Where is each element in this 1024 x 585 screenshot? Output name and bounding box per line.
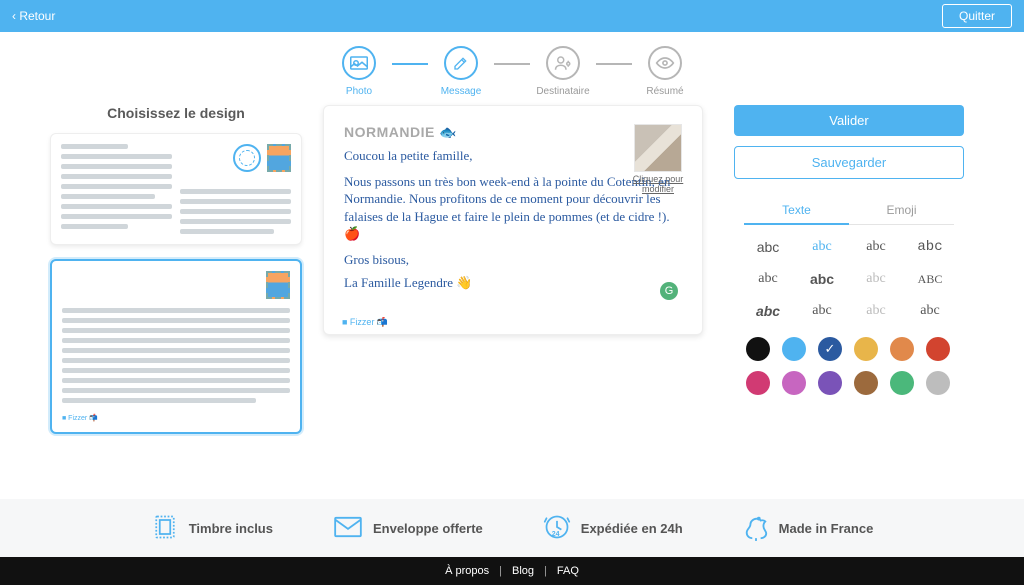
font-option-11[interactable]: abc (908, 299, 952, 323)
color-option-1[interactable] (782, 337, 806, 361)
dest-icon (546, 46, 580, 80)
resume-icon (648, 46, 682, 80)
design-heading: Choisissez le design (50, 105, 302, 121)
step-label: Photo (346, 86, 372, 97)
feature-item: 24 Expédiée en 24h (543, 513, 683, 544)
quit-button[interactable]: Quitter (942, 4, 1012, 28)
font-option-8[interactable]: abc (746, 299, 790, 323)
postcard-brand-footer: ■ Fizzer 📬 (342, 317, 388, 328)
tab-text[interactable]: Texte (744, 197, 849, 225)
postcard-line[interactable]: Gros bisous, (344, 251, 682, 269)
photo-icon (342, 46, 376, 80)
feature-icon (333, 516, 363, 541)
design-option-full[interactable]: ■ Fizzer 📬 (50, 259, 302, 434)
message-icon (444, 46, 478, 80)
postmark-seal-icon (233, 144, 261, 172)
feature-icon: 24 (543, 513, 571, 544)
card-brand-mark: ■ Fizzer 📬 (62, 414, 290, 422)
stamp-icon (267, 144, 291, 172)
color-option-11[interactable] (926, 371, 950, 395)
font-option-1[interactable]: abc (800, 235, 844, 259)
feature-label: Enveloppe offerte (373, 521, 483, 536)
edit-photo-link[interactable]: Cliquez pour modifier (632, 175, 684, 195)
tab-emoji[interactable]: Emoji (849, 197, 954, 224)
svg-text:24: 24 (552, 530, 560, 537)
step-dest[interactable]: Destinataire (530, 46, 596, 97)
footer-sep: | (499, 565, 502, 577)
footer-sep: | (544, 565, 547, 577)
design-option-split[interactable] (50, 133, 302, 245)
font-option-9[interactable]: abc (800, 299, 844, 323)
font-option-7[interactable]: ABC (908, 267, 952, 291)
step-photo[interactable]: Photo (326, 46, 392, 97)
fish-icon: 🐟 (439, 124, 457, 140)
grammar-check-icon[interactable]: G (660, 282, 678, 300)
font-option-10[interactable]: abc (854, 299, 898, 323)
font-option-5[interactable]: abc (800, 267, 844, 291)
color-option-8[interactable] (818, 371, 842, 395)
feature-item: Enveloppe offerte (333, 516, 483, 541)
color-option-4[interactable] (890, 337, 914, 361)
font-option-2[interactable]: abc (854, 235, 898, 259)
stamp-icon (266, 271, 290, 299)
save-button[interactable]: Sauvegarder (734, 146, 964, 179)
feature-label: Timbre inclus (189, 521, 273, 536)
color-option-6[interactable] (746, 371, 770, 395)
color-option-10[interactable] (890, 371, 914, 395)
color-option-5[interactable] (926, 337, 950, 361)
step-connector (596, 63, 632, 65)
color-option-9[interactable] (854, 371, 878, 395)
validate-button[interactable]: Valider (734, 105, 964, 136)
postcard-photo-thumb[interactable] (634, 124, 682, 172)
postcard-title[interactable]: NORMANDIE (344, 124, 435, 140)
feature-icon (743, 512, 769, 545)
feature-label: Made in France (779, 521, 874, 536)
font-option-0[interactable]: abc (746, 235, 790, 259)
font-picker: abcabcabcabcabcabcabcABCabcabcabcabc (746, 235, 952, 323)
step-label: Résumé (646, 86, 683, 97)
color-option-3[interactable] (854, 337, 878, 361)
back-link[interactable]: ‹ Retour (12, 9, 55, 23)
font-option-3[interactable]: abc (908, 235, 952, 259)
color-option-2[interactable] (818, 337, 842, 361)
footer-link-blog[interactable]: Blog (512, 565, 534, 577)
feature-label: Expédiée en 24h (581, 521, 683, 536)
postcard-line[interactable]: La Famille Legendre 👋 (344, 274, 682, 292)
postcard-editor[interactable]: NORMANDIE 🐟 Coucou la petite famille,Nou… (323, 105, 703, 335)
step-connector (494, 63, 530, 65)
color-option-0[interactable] (746, 337, 770, 361)
color-picker (746, 337, 952, 395)
font-option-6[interactable]: abc (854, 267, 898, 291)
step-resume[interactable]: Résumé (632, 46, 698, 97)
feature-icon (151, 513, 179, 544)
color-option-7[interactable] (782, 371, 806, 395)
footer-link-faq[interactable]: FAQ (557, 565, 579, 577)
step-connector (392, 63, 428, 65)
footer-link-à-propos[interactable]: À propos (445, 565, 489, 577)
step-label: Message (441, 86, 482, 97)
feature-item: Timbre inclus (151, 513, 273, 544)
step-message[interactable]: Message (428, 46, 494, 97)
feature-item: Made in France (743, 512, 874, 545)
font-option-4[interactable]: abc (746, 267, 790, 291)
step-label: Destinataire (536, 86, 589, 97)
stepper: Photo Message Destinataire Résumé (0, 46, 1024, 97)
